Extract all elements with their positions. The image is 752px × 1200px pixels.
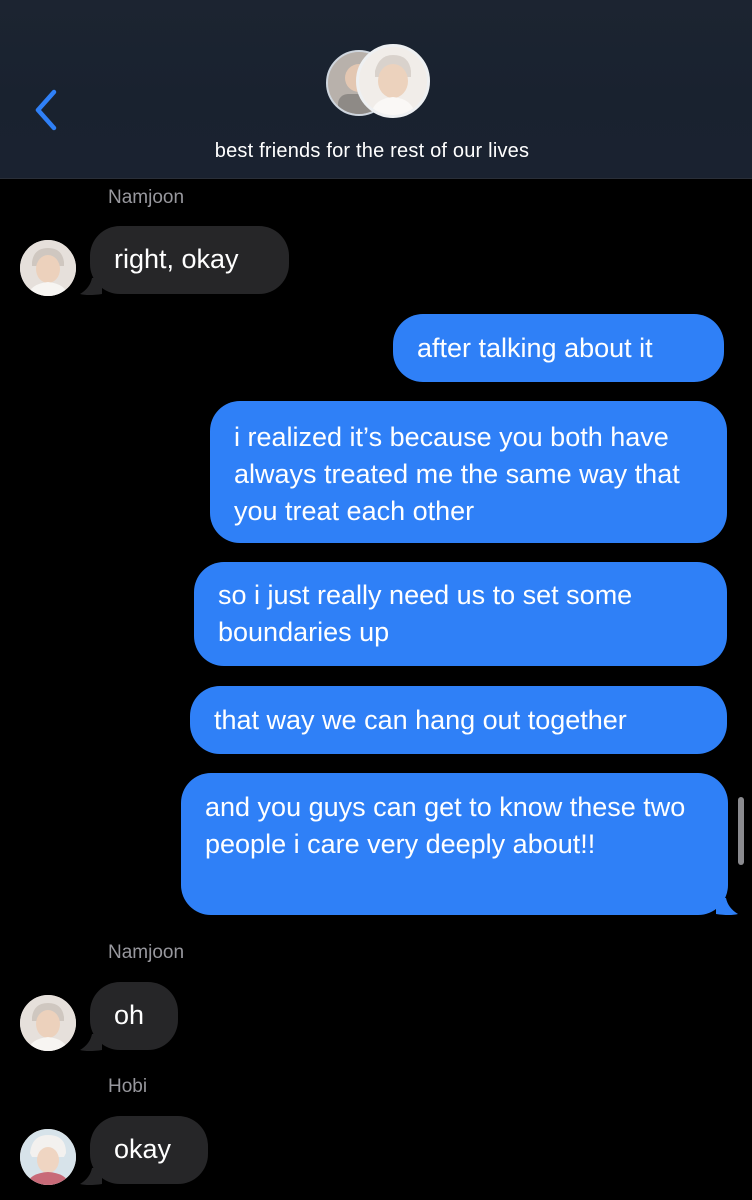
avatar[interactable] — [20, 240, 76, 296]
conversation-header: best friends for the rest of our lives — [0, 0, 752, 179]
group-avatar[interactable] — [326, 44, 430, 130]
incoming-message-bubble[interactable]: right, okay — [90, 226, 289, 294]
sender-name: Namjoon — [108, 942, 185, 963]
bubble-tail — [80, 1034, 102, 1051]
bubble-tail — [80, 1168, 102, 1185]
scrollbar[interactable] — [738, 797, 744, 865]
incoming-message-bubble[interactable]: oh — [90, 982, 178, 1050]
outgoing-message-bubble[interactable]: after talking about it — [393, 314, 724, 382]
outgoing-message-bubble[interactable]: i realized it’s because you both have al… — [210, 401, 727, 543]
incoming-message-bubble[interactable]: okay — [90, 1116, 208, 1184]
avatar[interactable] — [20, 995, 76, 1051]
sender-name: Hobi — [108, 1076, 148, 1097]
member-avatar — [356, 44, 430, 118]
bubble-tail — [716, 898, 738, 915]
outgoing-message-bubble[interactable]: that way we can hang out together — [190, 686, 727, 754]
avatar[interactable] — [20, 1129, 76, 1185]
bubble-tail — [80, 278, 102, 295]
outgoing-message-bubble[interactable]: and you guys can get to know these two p… — [181, 773, 728, 915]
conversation-title[interactable]: best friends for the rest of our lives — [0, 140, 744, 163]
sender-name: Namjoon — [108, 187, 185, 208]
chevron-left-icon[interactable] — [28, 86, 64, 134]
outgoing-message-bubble[interactable]: so i just really need us to set some bou… — [194, 562, 727, 666]
